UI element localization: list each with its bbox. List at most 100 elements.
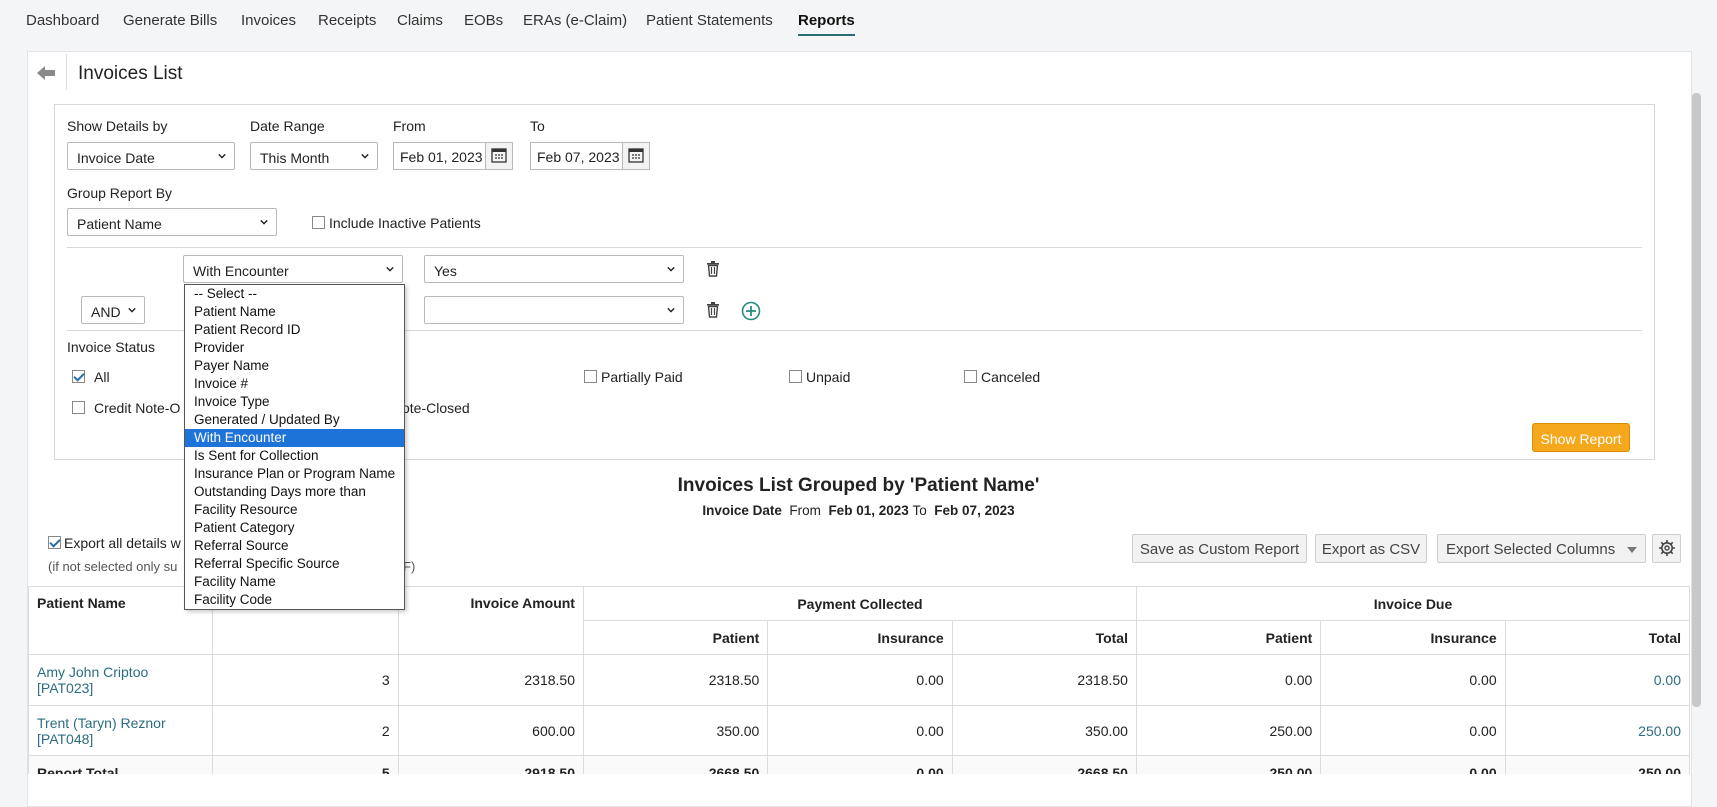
nav-generate-bills[interactable]: Generate Bills xyxy=(123,12,217,29)
include-inactive-label: Include Inactive Patients xyxy=(329,215,481,231)
due-total-link[interactable]: 0.00 xyxy=(1504,654,1690,706)
criteria-field-select[interactable]: With Encounter xyxy=(183,255,403,283)
report-total-row: Report Total 5 2918.50 2668.50 0.00 2668… xyxy=(28,755,1690,774)
patient-id[interactable]: [PAT023] xyxy=(37,680,93,696)
patient-link[interactable]: Trent (Taryn) Reznor [PAT048] xyxy=(37,715,166,747)
status-credit-note-open-label: Credit Note-O xyxy=(94,400,181,416)
show-details-select[interactable]: Invoice Date xyxy=(67,142,235,170)
invoice-amount: 2318.50 xyxy=(397,654,584,706)
show-report-button[interactable]: Show Report xyxy=(1532,423,1630,452)
due-insurance: 0.00 xyxy=(1320,705,1506,756)
invoice-table: Patient Name Invoice Amount Payment Coll… xyxy=(28,586,1690,774)
date-range-label: Date Range xyxy=(250,118,325,134)
save-custom-report-button[interactable]: Save as Custom Report xyxy=(1132,534,1307,563)
status-partially-paid-checkbox[interactable] xyxy=(584,370,597,383)
to-label: To xyxy=(530,118,545,134)
col-due-insurance[interactable]: Insurance xyxy=(1320,620,1506,655)
status-credit-note-closed-label: ote-Closed xyxy=(402,400,470,416)
dropdown-option[interactable]: Invoice # xyxy=(185,375,404,393)
patient-name[interactable]: Amy John Criptoo xyxy=(37,664,148,680)
nav-dashboard[interactable]: Dashboard xyxy=(26,12,99,29)
nav-eras[interactable]: ERAs (e-Claim) xyxy=(523,12,627,29)
trash-icon[interactable] xyxy=(706,261,720,277)
export-selected-columns-button[interactable]: Export Selected Columns xyxy=(1437,534,1646,563)
group-report-select[interactable]: Patient Name xyxy=(67,208,277,236)
due-patient: 0.00 xyxy=(1135,654,1322,706)
dropdown-option[interactable]: Facility Code xyxy=(185,591,404,609)
nav-reports[interactable]: Reports xyxy=(798,12,855,36)
dropdown-option[interactable]: Provider xyxy=(185,339,404,357)
dropdown-option[interactable]: Facility Resource xyxy=(185,501,404,519)
invoice-amount: 600.00 xyxy=(397,705,584,756)
nav-receipts[interactable]: Receipts xyxy=(318,12,376,29)
col-due-patient[interactable]: Patient xyxy=(1135,620,1322,655)
date-range-select[interactable]: This Month xyxy=(250,142,378,170)
criteria-operator-select[interactable]: AND xyxy=(81,296,145,324)
col-due-total[interactable]: Total xyxy=(1504,620,1690,655)
criteria-field-dropdown[interactable]: -- Select -- Patient Name Patient Record I… xyxy=(184,284,405,610)
patient-id[interactable]: [PAT048] xyxy=(37,731,93,747)
to-date-input[interactable]: Feb 07, 2023 xyxy=(530,142,650,170)
from-date-value: Feb 01, 2023 xyxy=(400,149,483,165)
col-pc-insurance[interactable]: Insurance xyxy=(767,620,953,655)
patient-name[interactable]: Trent (Taryn) Reznor xyxy=(37,715,166,731)
pc-patient: 2318.50 xyxy=(582,654,769,706)
dropdown-option[interactable]: Referral Source xyxy=(185,537,404,555)
chevron-down-icon xyxy=(667,307,675,313)
nav-eobs[interactable]: EOBs xyxy=(464,12,503,29)
back-arrow-icon[interactable] xyxy=(36,64,56,82)
total-pc-insurance: 0.00 xyxy=(767,755,953,774)
status-all-checkbox[interactable] xyxy=(72,370,85,383)
dropdown-option[interactable]: -- Select -- xyxy=(185,285,404,303)
due-insurance: 0.00 xyxy=(1320,654,1506,706)
chevron-down-icon xyxy=(128,307,136,313)
dropdown-option[interactable]: Insurance Plan or Program Name xyxy=(185,465,404,483)
dropdown-option[interactable]: Patient Name xyxy=(185,303,404,321)
dropdown-option[interactable]: Payer Name xyxy=(185,357,404,375)
nav-patient-statements[interactable]: Patient Statements xyxy=(646,12,773,29)
nav-claims[interactable]: Claims xyxy=(397,12,443,29)
chevron-down-icon xyxy=(361,153,369,159)
status-credit-note-open-checkbox[interactable] xyxy=(72,401,85,414)
export-all-checkbox[interactable] xyxy=(48,536,61,549)
report-to-label: To xyxy=(912,503,927,518)
trash-icon[interactable] xyxy=(706,302,720,318)
pc-insurance: 0.00 xyxy=(767,705,953,756)
export-selected-label: Export Selected Columns xyxy=(1446,541,1616,558)
criteria2-value-select[interactable] xyxy=(424,296,684,324)
show-details-label: Show Details by xyxy=(67,118,168,134)
calendar-icon[interactable] xyxy=(622,142,650,170)
patient-link[interactable]: Amy John Criptoo [PAT023] xyxy=(37,664,148,696)
col-invoice-due: Invoice Due xyxy=(1135,586,1690,621)
nav-invoices[interactable]: Invoices xyxy=(241,12,296,29)
dropdown-option[interactable]: Patient Record ID xyxy=(185,321,404,339)
dropdown-option[interactable]: With Encounter xyxy=(185,429,404,447)
dropdown-option[interactable]: Referral Specific Source xyxy=(185,555,404,573)
column-settings-button[interactable] xyxy=(1652,534,1681,563)
status-unpaid-label: Unpaid xyxy=(806,369,851,385)
from-date-input[interactable]: Feb 01, 2023 xyxy=(393,142,513,170)
scrollbar[interactable] xyxy=(1692,93,1701,707)
dropdown-option[interactable]: Facility Name xyxy=(185,573,404,591)
col-pc-patient[interactable]: Patient xyxy=(582,620,769,655)
export-csv-button[interactable]: Export as CSV xyxy=(1315,534,1427,563)
col-pc-total[interactable]: Total xyxy=(951,620,1137,655)
col-invoice-amount[interactable]: Invoice Amount xyxy=(397,586,584,655)
invoice-count: 2 xyxy=(212,705,399,756)
dropdown-option[interactable]: Outstanding Days more than xyxy=(185,483,404,501)
criteria-value-select[interactable]: Yes xyxy=(424,255,684,283)
status-unpaid-checkbox[interactable] xyxy=(789,370,802,383)
add-criteria-icon[interactable] xyxy=(741,301,761,321)
show-details-value: Invoice Date xyxy=(77,150,155,166)
dropdown-option[interactable]: Is Sent for Collection xyxy=(185,447,404,465)
status-canceled-checkbox[interactable] xyxy=(964,370,977,383)
dropdown-option[interactable]: Generated / Updated By xyxy=(185,411,404,429)
calendar-icon[interactable] xyxy=(485,142,513,170)
col-payment-collected: Payment Collected xyxy=(582,586,1137,621)
dropdown-option[interactable]: Patient Category xyxy=(185,519,404,537)
dropdown-option[interactable]: Invoice Type xyxy=(185,393,404,411)
include-inactive-checkbox[interactable] xyxy=(312,216,325,229)
chevron-down-icon xyxy=(386,266,394,272)
invoice-count: 3 xyxy=(212,654,399,706)
due-total-link[interactable]: 250.00 xyxy=(1504,705,1690,756)
